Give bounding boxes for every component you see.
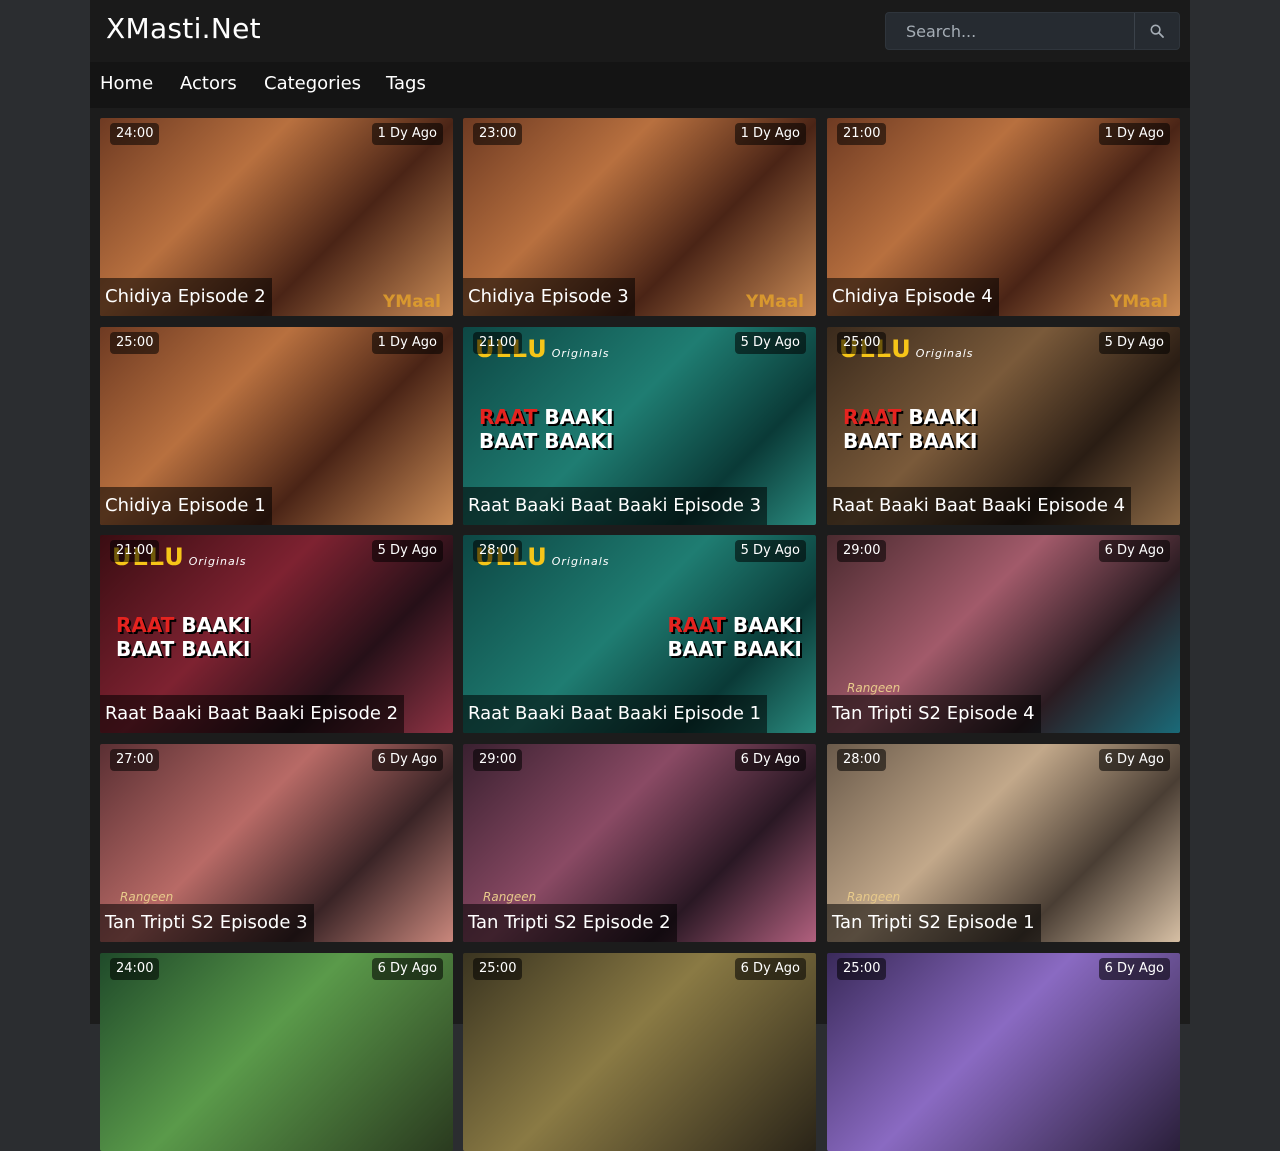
show-title-art: RAAT BAAKI BAAT BAAKI: [667, 613, 802, 661]
nav-tags[interactable]: Tags: [386, 73, 426, 94]
video-card[interactable]: ULLUOriginalsRAAT BAAKIBAAT BAAKI21:005 …: [463, 327, 816, 525]
duration-badge: 25:00: [837, 958, 887, 980]
show-title-red: RAAT: [667, 613, 726, 637]
search-button[interactable]: [1134, 13, 1179, 49]
upload-age-badge: 1 Dy Ago: [1098, 123, 1170, 145]
upload-age-badge: 5 Dy Ago: [371, 540, 443, 562]
rangeen-logo: Rangeen: [847, 890, 901, 904]
show-title-red: RAAT: [479, 405, 538, 429]
show-title-red: RAAT: [116, 613, 175, 637]
main-nav: Home Actors Categories Tags: [90, 62, 1190, 108]
upload-age-badge: 1 Dy Ago: [371, 123, 443, 145]
video-card[interactable]: Rangeen 29:00 6 Dy Ago Tan Tripti S2 Episod…: [827, 535, 1180, 733]
nav-categories[interactable]: Categories: [264, 73, 361, 94]
show-title-rest: BAAKI: [544, 405, 614, 429]
video-card[interactable]: YMaal 24:00 1 Dy Ago Chidiya Episode 2: [100, 118, 453, 316]
video-title[interactable]: Tan Tripti S2 Episode 4: [827, 695, 1041, 733]
search-icon: [1150, 24, 1164, 38]
video-card[interactable]: ULLUOriginalsRAAT BAAKIBAAT BAAKI21:005 …: [100, 535, 453, 733]
ullu-originals: Originals: [188, 555, 247, 568]
upload-age-badge: 6 Dy Ago: [1098, 540, 1170, 562]
video-card[interactable]: ULLUOriginalsRAAT BAAKIBAAT BAAKI28:005 …: [463, 535, 816, 733]
site-header: XMasti.Net: [90, 0, 1190, 62]
rangeen-logo: Rangeen: [847, 681, 901, 695]
upload-age-badge: 5 Dy Ago: [734, 540, 806, 562]
rangeen-logo: Rangeen: [120, 890, 174, 904]
watermark: YMaal: [383, 292, 441, 312]
video-title[interactable]: Chidiya Episode 3: [463, 278, 635, 316]
duration-badge: 21:00: [110, 540, 160, 562]
video-title[interactable]: Tan Tripti S2 Episode 3: [100, 904, 314, 942]
duration-badge: 29:00: [837, 540, 887, 562]
video-title[interactable]: Chidiya Episode 2: [100, 278, 272, 316]
video-card[interactable]: Rangeen 28:00 6 Dy Ago Tan Tripti S2 Episod…: [827, 744, 1180, 942]
video-title[interactable]: Raat Baaki Baat Baaki Episode 2: [100, 695, 405, 733]
page-container: XMasti.Net Home Actors Categories Tags Y…: [90, 0, 1190, 1151]
video-title[interactable]: Raat Baaki Baat Baaki Episode 3: [463, 487, 768, 525]
upload-age-badge: 6 Dy Ago: [1098, 958, 1170, 980]
duration-badge: 25:00: [110, 332, 160, 354]
upload-age-badge: 6 Dy Ago: [371, 749, 443, 771]
duration-badge: 29:00: [473, 749, 523, 771]
video-card[interactable]: 25:00 1 Dy Ago Chidiya Episode 1: [100, 327, 453, 525]
video-title[interactable]: Tan Tripti S2 Episode 2: [463, 904, 677, 942]
duration-badge: 23:00: [473, 123, 523, 145]
video-card[interactable]: Rangeen 29:00 6 Dy Ago Tan Tripti S2 Episod…: [463, 744, 816, 942]
video-card[interactable]: YMaal 21:00 1 Dy Ago Chidiya Episode 4: [827, 118, 1180, 316]
video-card[interactable]: YMaal 23:00 1 Dy Ago Chidiya Episode 3: [463, 118, 816, 316]
duration-badge: 28:00: [473, 540, 523, 562]
show-title-line2: BAAT BAAKI: [667, 637, 802, 661]
duration-badge: 28:00: [837, 749, 887, 771]
duration-badge: 24:00: [110, 958, 160, 980]
video-thumbnail[interactable]: [827, 953, 1180, 1151]
video-card[interactable]: 25:00 6 Dy Ago: [827, 953, 1180, 1151]
show-title-art: RAAT BAAKI BAAT BAAKI: [843, 405, 978, 453]
upload-age-badge: 6 Dy Ago: [371, 958, 443, 980]
show-title-line2: BAAT BAAKI: [116, 637, 251, 661]
watermark: YMaal: [746, 292, 804, 312]
show-title-art: RAAT BAAKI BAAT BAAKI: [116, 613, 251, 661]
upload-age-badge: 6 Dy Ago: [734, 958, 806, 980]
duration-badge: 24:00: [110, 123, 160, 145]
duration-badge: 27:00: [110, 749, 160, 771]
ullu-originals: Originals: [551, 347, 610, 360]
ullu-originals: Originals: [915, 347, 974, 360]
video-card[interactable]: Rangeen 27:00 6 Dy Ago Tan Tripti S2 Episod…: [100, 744, 453, 942]
site-logo[interactable]: XMasti.Net: [106, 12, 261, 45]
video-title[interactable]: Raat Baaki Baat Baaki Episode 1: [463, 695, 768, 733]
video-card[interactable]: ULLUOriginalsRAAT BAAKIBAAT BAAKI25:005 …: [827, 327, 1180, 525]
show-title-rest: BAAKI: [908, 405, 978, 429]
show-title-line2: BAAT BAAKI: [843, 429, 978, 453]
upload-age-badge: 6 Dy Ago: [734, 749, 806, 771]
upload-age-badge: 6 Dy Ago: [1098, 749, 1170, 771]
show-title-red: RAAT: [843, 405, 902, 429]
duration-badge: 21:00: [473, 332, 523, 354]
show-title-rest: BAAKI: [732, 613, 802, 637]
upload-age-badge: 5 Dy Ago: [734, 332, 806, 354]
video-thumbnail[interactable]: [100, 953, 453, 1151]
ullu-originals: Originals: [551, 555, 610, 568]
video-card[interactable]: 25:00 6 Dy Ago: [463, 953, 816, 1151]
duration-badge: 25:00: [837, 332, 887, 354]
upload-age-badge: 1 Dy Ago: [734, 123, 806, 145]
upload-age-badge: 1 Dy Ago: [371, 332, 443, 354]
video-title[interactable]: Chidiya Episode 4: [827, 278, 999, 316]
nav-home[interactable]: Home: [100, 73, 153, 94]
video-title[interactable]: Tan Tripti S2 Episode 1: [827, 904, 1041, 942]
upload-age-badge: 5 Dy Ago: [1098, 332, 1170, 354]
search-box: [885, 12, 1180, 50]
show-title-line2: BAAT BAAKI: [479, 429, 614, 453]
show-title-rest: BAAKI: [181, 613, 251, 637]
video-title[interactable]: Chidiya Episode 1: [100, 487, 272, 525]
show-title-art: RAAT BAAKI BAAT BAAKI: [479, 405, 614, 453]
duration-badge: 25:00: [473, 958, 523, 980]
nav-actors[interactable]: Actors: [180, 73, 237, 94]
rangeen-logo: Rangeen: [483, 890, 537, 904]
video-card[interactable]: 24:00 6 Dy Ago: [100, 953, 453, 1151]
watermark: YMaal: [1110, 292, 1168, 312]
search-input[interactable]: [886, 13, 1136, 49]
video-thumbnail[interactable]: [463, 953, 816, 1151]
duration-badge: 21:00: [837, 123, 887, 145]
video-title[interactable]: Raat Baaki Baat Baaki Episode 4: [827, 487, 1132, 525]
